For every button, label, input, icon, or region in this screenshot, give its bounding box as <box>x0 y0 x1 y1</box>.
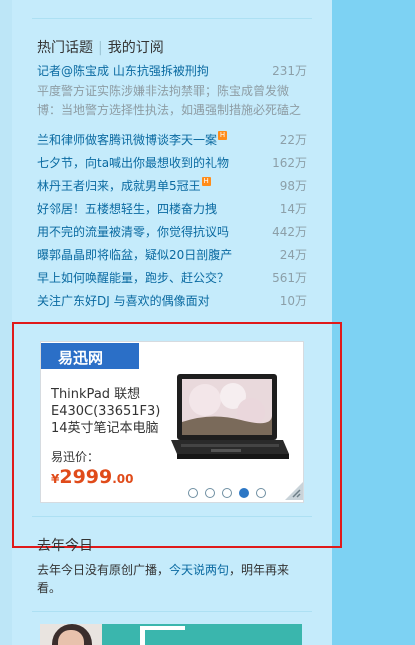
topic-count: 231万 <box>272 64 307 78</box>
topic-count: 22万 <box>279 133 307 147</box>
hot-topics-header: 热门话题 | 我的订阅 <box>37 37 164 57</box>
divider-middle <box>32 516 312 517</box>
topic-title[interactable]: 曝郭晶晶即将临盆，疑似20日剖腹产 <box>37 248 232 262</box>
topic-count: 98万 <box>279 179 307 193</box>
carousel-dot[interactable] <box>205 487 215 498</box>
price-decimal: .00 <box>112 472 134 486</box>
topic-item[interactable]: 关注广东好DJ 与喜欢的偶像面对 10万 <box>37 292 307 310</box>
banner-portrait <box>40 624 102 645</box>
ad-price: ¥2999.00 <box>51 466 134 488</box>
topic-title[interactable]: 早上如何唤醒能量，跑步、赶公交？ <box>37 271 229 285</box>
topic-item[interactable]: 曝郭晶晶即将临盆，疑似20日剖腹产 24万 <box>37 246 307 264</box>
topic-item[interactable]: 兰和律师做客腾讯微博谈李天一案 H 22万 <box>37 131 307 149</box>
topic-count: 561万 <box>272 271 307 285</box>
topic-count: 24万 <box>279 248 307 262</box>
last-year-today-title: 去年今日 <box>37 538 93 554</box>
topic-item[interactable]: 早上如何唤醒能量，跑步、赶公交？ 561万 <box>37 269 307 287</box>
carousel-dots <box>188 485 273 499</box>
hot-badge-icon: H <box>218 131 228 140</box>
yixun-logo-text: 易迅网 <box>58 349 104 367</box>
carousel-dot[interactable] <box>188 487 198 498</box>
say-something-link[interactable]: 今天说两句 <box>169 563 229 577</box>
topic-item[interactable]: 七夕节，向ta喊出你最想收到的礼物 162万 <box>37 154 307 172</box>
topic-count: 162万 <box>272 156 307 170</box>
laptop-product-image[interactable] <box>171 374 289 466</box>
topic-item[interactable]: 林丹王者归来，成就男单5冠王 H 98万 <box>37 177 307 195</box>
topic-title[interactable]: 林丹王者归来，成就男单5冠王 <box>37 179 201 193</box>
right-side-strip <box>332 0 415 645</box>
divider-top <box>32 18 312 19</box>
topic-title[interactable]: 兰和律师做客腾讯微博谈李天一案 <box>37 133 217 147</box>
hot-badge-icon: H <box>201 177 211 186</box>
topic-title[interactable]: 关注广东好DJ 与喜欢的偶像面对 <box>37 294 210 308</box>
ad-price-label: 易迅价： <box>51 450 100 464</box>
expand-corner-icon[interactable] <box>285 482 303 500</box>
topic-title[interactable]: 七夕节，向ta喊出你最想收到的礼物 <box>37 156 229 170</box>
banner-graphic <box>140 626 185 645</box>
topic-title[interactable]: 好邻居！五楼想轻生，四楼奋力拽 <box>37 202 217 216</box>
today-text-before: 去年今日没有原创广播， <box>37 563 170 577</box>
carousel-dot[interactable] <box>222 487 232 498</box>
tab-my-subscriptions[interactable]: 我的订阅 <box>108 40 164 56</box>
tab-separator: | <box>98 40 103 56</box>
topic-title[interactable]: 用不完的流量被清零，你觉得抗议吗 <box>37 225 229 239</box>
bottom-banner-ad[interactable] <box>40 624 302 645</box>
topic-title[interactable]: 记者@陈宝成 山东抗强拆被刑拘 <box>37 64 209 78</box>
topic-item[interactable]: 记者@陈宝成 山东抗强拆被刑拘 231万 <box>37 62 307 80</box>
topic-count: 14万 <box>279 202 307 216</box>
topic-item[interactable]: 用不完的流量被清零，你觉得抗议吗 442万 <box>37 223 307 241</box>
topic-count: 10万 <box>279 294 307 308</box>
left-side-strip <box>0 0 12 645</box>
last-year-today-text: 去年今日没有原创广播，今天说两句，明年再来看。 <box>37 561 297 597</box>
tab-hot-topics[interactable]: 热门话题 <box>37 40 93 56</box>
yixun-logo[interactable]: 易迅网 <box>41 343 137 369</box>
carousel-dot[interactable] <box>256 487 266 498</box>
topic-snippet: 平度警方证实陈涉嫌非法拘禁罪；陈宝成曾发微博：当地警方选择性执法，如遇强制措施必… <box>37 84 302 117</box>
price-integer: 2999 <box>59 466 113 488</box>
topic-count: 442万 <box>272 225 307 239</box>
logo-accent-strip <box>137 343 139 369</box>
divider-bottom <box>32 611 312 612</box>
topic-item[interactable]: 好邻居！五楼想轻生，四楼奋力拽 14万 <box>37 200 307 218</box>
carousel-dot-active[interactable] <box>239 487 249 498</box>
ad-product-title[interactable]: ThinkPad 联想 E430C(33651F3) 14英寸笔记本电脑 <box>51 386 166 437</box>
